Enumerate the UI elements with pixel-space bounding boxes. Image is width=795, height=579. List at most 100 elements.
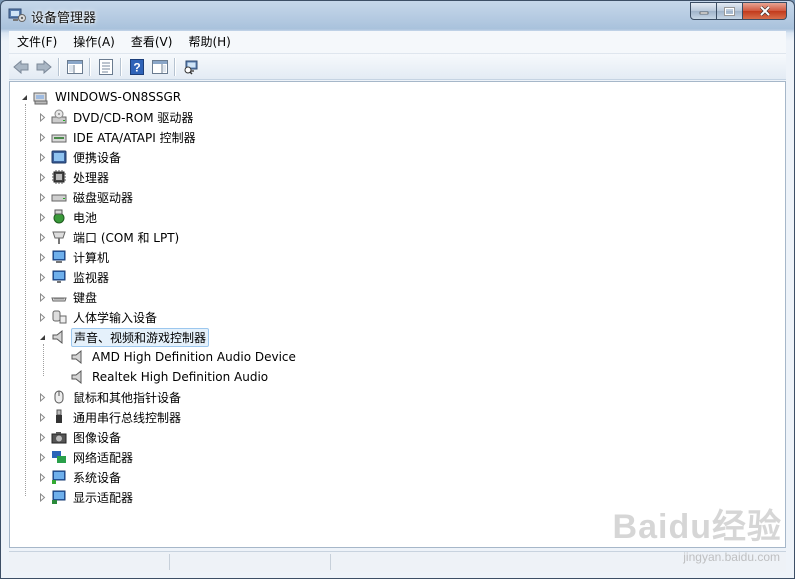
collapse-arrow-icon[interactable] [38, 333, 47, 342]
system-device-icon [51, 469, 67, 485]
tree-category-label: 电池 [73, 210, 98, 225]
collapse-arrow-icon[interactable] [20, 93, 29, 102]
action-view-button[interactable] [149, 56, 171, 78]
expand-arrow-icon[interactable] [38, 292, 47, 302]
tree-category[interactable]: 键盘 [38, 287, 99, 307]
expand-arrow-icon[interactable] [38, 472, 47, 482]
expand-arrow-icon[interactable] [38, 232, 47, 242]
properties-button[interactable] [95, 56, 117, 78]
expand-arrow-icon[interactable] [38, 312, 47, 322]
tree-category[interactable]: 处理器 [38, 167, 111, 187]
tree-device-label: Realtek High Definition Audio [92, 370, 269, 384]
expand-arrow-icon[interactable] [38, 252, 47, 262]
usb-icon [51, 409, 67, 425]
properties-icon [99, 58, 113, 75]
scan-hardware-icon [184, 60, 198, 75]
forward-button[interactable] [33, 56, 55, 78]
tree-device-item[interactable]: AMD High Definition Audio Device [70, 347, 298, 367]
tree-category[interactable]: IDE ATA/ATAPI 控制器 [38, 127, 198, 147]
menu-file[interactable]: 文件(F) [9, 32, 65, 52]
menu-view[interactable]: 查看(V) [123, 32, 181, 52]
computer-icon [33, 89, 49, 105]
expand-arrow-icon[interactable] [38, 432, 47, 442]
toolbar-separator [120, 57, 122, 76]
expand-arrow-icon[interactable] [38, 132, 47, 142]
window-controls [690, 2, 787, 20]
show-hide-tree-button[interactable] [64, 56, 86, 78]
tree-category[interactable]: 鼠标和其他指针设备 [38, 387, 183, 407]
expand-arrow-icon[interactable] [38, 172, 47, 182]
tree-category[interactable]: 显示适配器 [38, 487, 135, 507]
tree-category-label: 显示适配器 [73, 490, 134, 505]
device-tree-panel[interactable]: WINDOWS-ON8SSGR DVD/CD-ROM 驱动器 IDE ATA/AT… [9, 81, 786, 548]
tree-category-label: 通用串行总线控制器 [73, 410, 182, 425]
tree-category[interactable]: 网络适配器 [38, 447, 135, 467]
minimize-button[interactable] [690, 2, 717, 20]
toolbar-separator [58, 57, 60, 76]
scan-hardware-button[interactable] [180, 56, 202, 78]
tree-category-label: 网络适配器 [73, 450, 134, 465]
tree-device-item[interactable]: Realtek High Definition Audio [70, 367, 270, 387]
tree-category[interactable]: 图像设备 [38, 427, 123, 447]
baidu-watermark-logo: Baidu经验 [612, 508, 782, 546]
display-adapter-icon [51, 489, 67, 505]
keyboard-icon [51, 289, 67, 305]
tree-category-label: 键盘 [73, 290, 98, 305]
tree-category[interactable]: 人体学输入设备 [38, 307, 159, 327]
close-icon [759, 6, 770, 16]
expand-arrow-icon[interactable] [38, 152, 47, 162]
tree-category-label: 磁盘驱动器 [73, 190, 134, 205]
expand-arrow-icon[interactable] [38, 452, 47, 462]
tree-category[interactable]: DVD/CD-ROM 驱动器 [38, 107, 195, 127]
help-icon: ? [130, 58, 144, 75]
processor-icon [51, 169, 67, 185]
tree-category[interactable]: 声音、视频和游戏控制器 [38, 327, 210, 347]
expand-arrow-icon[interactable] [38, 412, 47, 422]
tree-category[interactable]: 系统设备 [38, 467, 123, 487]
tree-category[interactable]: 计算机 [38, 247, 111, 267]
close-button[interactable] [743, 2, 787, 20]
tree-category-label: DVD/CD-ROM 驱动器 [73, 110, 194, 125]
tree-category[interactable]: 端口 (COM 和 LPT) [38, 227, 181, 247]
expand-arrow-icon[interactable] [38, 112, 47, 122]
maximize-button[interactable] [717, 2, 743, 20]
expand-arrow-icon[interactable] [38, 212, 47, 222]
menu-help[interactable]: 帮助(H) [180, 32, 238, 52]
baidu-watermark-url: jingyan.baidu.com [683, 550, 780, 564]
speaker-icon [70, 349, 86, 365]
show-hide-tree-icon [67, 59, 83, 74]
menu-action[interactable]: 操作(A) [65, 32, 123, 52]
ide-controller-icon [51, 129, 67, 145]
monitor-icon [51, 269, 67, 285]
tree-category[interactable]: 电池 [38, 207, 99, 227]
tree-root-label: WINDOWS-ON8SSGR [55, 90, 182, 104]
tree-root[interactable]: WINDOWS-ON8SSGR [20, 87, 183, 107]
tree-category-label: 便携设备 [73, 150, 122, 165]
computer-icon [51, 249, 67, 265]
status-bar [9, 551, 786, 572]
tree-category-label: 图像设备 [73, 430, 122, 445]
device-manager-window: 设备管理器 文件(F) 操作(A) 查看(V) 帮助(H) ? WINDOWS-… [0, 0, 795, 579]
hid-icon [51, 309, 67, 325]
tree-category-label: IDE ATA/ATAPI 控制器 [73, 130, 196, 145]
window-title: 设备管理器 [31, 11, 97, 26]
tree-category[interactable]: 磁盘驱动器 [38, 187, 135, 207]
tree-category[interactable]: 通用串行总线控制器 [38, 407, 183, 427]
camera-icon [51, 429, 67, 445]
menu-bar: 文件(F) 操作(A) 查看(V) 帮助(H) [9, 31, 786, 54]
expand-arrow-icon[interactable] [38, 272, 47, 282]
action-view-icon [152, 59, 168, 74]
help-button[interactable]: ? [126, 56, 148, 78]
title-bar[interactable]: 设备管理器 [1, 1, 794, 30]
port-icon [51, 229, 67, 245]
network-adapter-icon [51, 449, 67, 465]
back-button[interactable] [10, 56, 32, 78]
tree-category-label: 端口 (COM 和 LPT) [73, 230, 180, 245]
tree-category-label: 鼠标和其他指针设备 [73, 390, 182, 405]
expand-arrow-icon[interactable] [38, 392, 47, 402]
expand-arrow-icon[interactable] [38, 192, 47, 202]
expand-arrow-icon[interactable] [38, 492, 47, 502]
tree-category[interactable]: 监视器 [38, 267, 111, 287]
speaker-icon [51, 329, 67, 345]
tree-category[interactable]: 便携设备 [38, 147, 123, 167]
